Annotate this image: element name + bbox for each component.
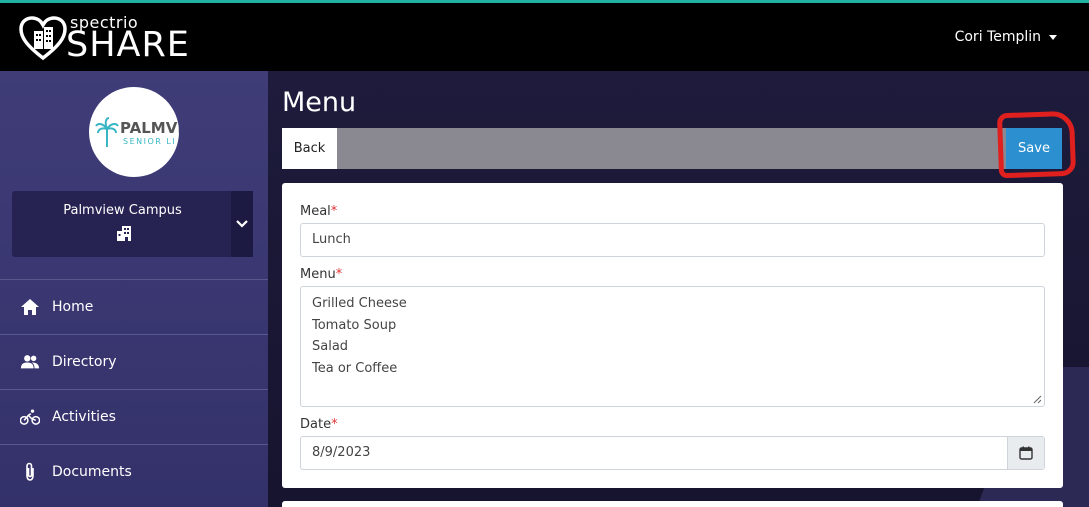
- meal-label-text: Meal: [300, 204, 331, 219]
- heart-building-icon: [19, 16, 67, 61]
- spectrio-share-logo[interactable]: spectrio SHARE: [18, 13, 218, 65]
- sidebar-item-label: Directory: [52, 354, 117, 370]
- menu-line: Tomato Soup: [312, 317, 397, 333]
- palm-tree-icon: [95, 117, 119, 147]
- chevron-down-icon: [236, 220, 248, 228]
- resize-handle-icon[interactable]: [1033, 395, 1042, 404]
- save-button[interactable]: Save: [1006, 128, 1062, 169]
- calendar-icon: [1019, 446, 1033, 460]
- date-label: Date*: [300, 417, 338, 432]
- main-content: Menu Back Save Meal* Lunch Menu* Grilled…: [268, 71, 1089, 507]
- brand-big-text: SHARE: [66, 25, 190, 65]
- required-mark: *: [331, 417, 338, 432]
- menu-label-text: Menu: [300, 267, 336, 282]
- menu-line: Salad: [312, 339, 349, 354]
- building-icon: [117, 226, 131, 241]
- date-input[interactable]: 8/9/2023: [300, 436, 1045, 470]
- sidebar-item-directory[interactable]: Directory: [0, 334, 268, 389]
- user-menu[interactable]: Cori Templin: [955, 29, 1057, 45]
- sidebar: PALMVI SENIOR LI Palmview Campus Home Di…: [0, 71, 268, 507]
- campus-logo-name: PALMVI: [120, 119, 179, 137]
- people-icon: [20, 352, 40, 372]
- date-value: 8/9/2023: [312, 445, 371, 460]
- sidebar-nav: Home Directory Activities Documents: [0, 279, 268, 499]
- top-bar: spectrio SHARE Cori Templin: [0, 0, 1089, 71]
- sidebar-item-documents[interactable]: Documents: [0, 444, 268, 499]
- sidebar-item-activities[interactable]: Activities: [0, 389, 268, 444]
- date-label-text: Date: [300, 417, 332, 432]
- user-name: Cori Templin: [954, 29, 1041, 45]
- sidebar-item-label: Home: [52, 299, 94, 315]
- required-mark: *: [330, 204, 338, 219]
- home-icon: [20, 297, 40, 317]
- date-picker-button[interactable]: [1007, 437, 1044, 469]
- campus-name: Palmview Campus: [63, 203, 182, 218]
- campus-selector[interactable]: Palmview Campus: [12, 191, 253, 257]
- caret-down-icon: [1049, 34, 1057, 40]
- menu-line: Grilled Cheese: [312, 296, 407, 311]
- required-mark: *: [335, 267, 343, 282]
- campus-logo-sub: SENIOR LI: [123, 137, 177, 146]
- menu-label: Menu*: [300, 267, 342, 282]
- action-toolbar: Back Save: [282, 128, 1062, 169]
- sidebar-item-label: Activities: [52, 409, 116, 425]
- menu-form-card: Meal* Lunch Menu* Grilled Cheese Tomato …: [282, 183, 1063, 488]
- secondary-card: [282, 501, 1063, 507]
- bicycle-icon: [20, 407, 40, 427]
- back-button[interactable]: Back: [282, 128, 337, 169]
- campus-logo: PALMVI SENIOR LI: [89, 87, 179, 177]
- paperclip-icon: [20, 462, 40, 482]
- sidebar-item-home[interactable]: Home: [0, 279, 268, 334]
- sidebar-item-label: Documents: [52, 464, 132, 480]
- menu-line: Tea or Coffee: [312, 360, 398, 376]
- meal-label: Meal*: [300, 204, 337, 219]
- page-title: Menu: [282, 87, 357, 118]
- campus-dropdown-toggle[interactable]: [231, 191, 253, 257]
- menu-textarea[interactable]: Grilled Cheese Tomato Soup Salad Tea or …: [300, 286, 1045, 407]
- meal-input[interactable]: Lunch: [300, 223, 1045, 257]
